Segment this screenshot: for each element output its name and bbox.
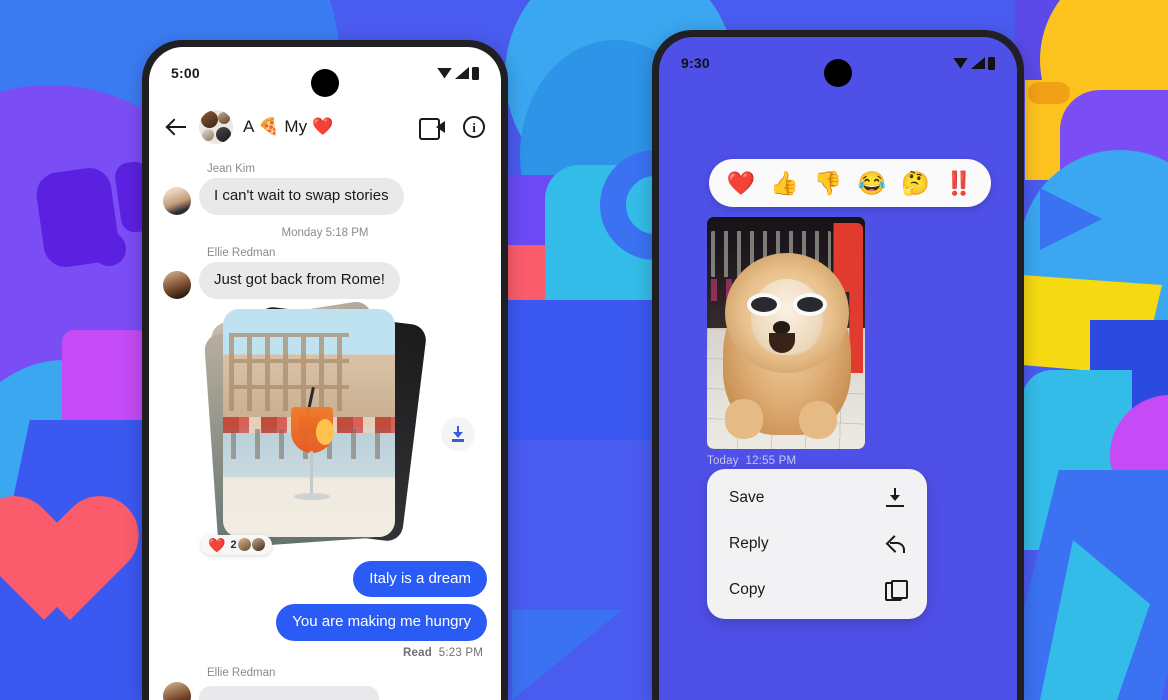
phone-right: 9:30 ❤️ 👍 👎 😂 🤔 ‼️ Today 12:55 PM Save R… — [652, 30, 1024, 700]
message-row-incoming — [163, 682, 487, 700]
download-icon — [885, 488, 905, 508]
phone-left: 5:00 A 🍕 My ❤️ i Jean Kim I can't wait t… — [142, 40, 508, 700]
reactor-avatar — [237, 538, 251, 551]
status-icons — [953, 56, 995, 70]
group-avatar[interactable] — [199, 110, 233, 144]
info-icon[interactable]: i — [463, 116, 485, 138]
avatar — [163, 682, 191, 700]
message-bubble[interactable]: Just got back from Rome! — [199, 261, 400, 299]
sender-name: Ellie Redman — [207, 246, 276, 259]
photo-stack-attachment[interactable]: ❤️ 2 — [193, 299, 487, 555]
status-bar-left: 5:00 — [149, 47, 501, 99]
phone-right-screen: 9:30 ❤️ 👍 👎 😂 🤔 ‼️ Today 12:55 PM Save R… — [659, 37, 1017, 700]
message-row-incoming: Just got back from Rome! — [163, 261, 487, 299]
wifi-icon — [437, 67, 452, 79]
exclamation-reaction-icon[interactable]: ‼️ — [945, 171, 974, 195]
download-icon — [451, 425, 465, 442]
message-reaction-pill[interactable]: ❤️ 2 — [201, 534, 272, 555]
context-menu[interactable]: Save Reply Copy — [707, 469, 927, 619]
phone-left-screen: 5:00 A 🍕 My ❤️ i Jean Kim I can't wait t… — [149, 47, 501, 700]
read-receipt-time: 5:23 PM — [438, 647, 483, 659]
context-menu-item-reply[interactable]: Reply — [707, 521, 927, 567]
photo-thumbnail-piazza[interactable] — [223, 308, 395, 537]
sender-name: Jean Kim — [207, 163, 255, 175]
signal-icon — [971, 57, 985, 69]
message-bubble[interactable]: I can't wait to swap stories — [199, 178, 404, 215]
reply-arrow-icon — [885, 534, 905, 554]
header-actions: i — [419, 116, 485, 140]
message-bubble[interactable]: You are making me hungry — [276, 604, 487, 641]
message-row-outgoing: You are making me hungry — [163, 604, 487, 641]
message-list[interactable]: Jean Kim I can't wait to swap stories Mo… — [149, 155, 501, 700]
video-call-icon[interactable] — [419, 118, 445, 140]
screenshot-root: 5:00 A 🍕 My ❤️ i Jean Kim I can't wait t… — [0, 0, 1168, 700]
timestamp-divider: Monday 5:18 PM — [281, 226, 369, 239]
thumbs-up-reaction-icon[interactable]: 👍 — [770, 171, 799, 195]
status-icons — [437, 66, 479, 80]
context-menu-label: Save — [729, 489, 765, 506]
photo-timestamp: Today 12:55 PM — [707, 455, 796, 467]
chat-header: A 🍕 My ❤️ i — [149, 99, 501, 155]
thinking-reaction-icon[interactable]: 🤔 — [901, 171, 930, 195]
back-arrow-icon[interactable] — [165, 115, 189, 139]
avatar — [163, 186, 191, 215]
bg-heart-icon-left — [18, 500, 148, 630]
message-bubble[interactable]: Italy is a dream — [353, 560, 487, 598]
status-bar-right: 9:30 — [659, 37, 1017, 89]
reactor-avatar — [251, 538, 265, 551]
message-row-incoming: I can't wait to swap stories — [163, 178, 487, 215]
bg-triangle-blue-mid — [512, 610, 622, 700]
heart-reaction-icon[interactable]: ❤️ — [727, 171, 756, 195]
avatar — [163, 270, 191, 299]
sender-name: Ellie Redman — [207, 667, 276, 679]
context-menu-label: Reply — [729, 535, 769, 552]
thumbs-down-reaction-icon[interactable]: 👎 — [814, 171, 843, 195]
copy-icon — [885, 580, 908, 601]
wifi-icon — [953, 57, 968, 69]
reaction-count: 2 — [230, 538, 265, 551]
laughing-reaction-icon[interactable]: 😂 — [857, 171, 886, 195]
read-receipt: Read 5:23 PM — [163, 647, 487, 659]
photo-thumbnail-dog[interactable] — [707, 217, 865, 449]
conversation-title: A 🍕 My ❤️ — [243, 117, 334, 136]
message-bubble[interactable] — [199, 686, 379, 700]
heart-icon: ❤️ — [208, 536, 226, 553]
photo-timestamp-day: Today — [707, 455, 739, 467]
battery-icon — [472, 66, 479, 80]
read-receipt-status: Read — [403, 647, 432, 659]
photo-timestamp-time: 12:55 PM — [745, 455, 797, 467]
status-time: 5:00 — [171, 65, 200, 81]
message-row-outgoing: Italy is a dream — [163, 560, 487, 598]
reaction-count-value: 2 — [230, 538, 237, 551]
bg-shape-b-dot — [92, 232, 126, 266]
reaction-picker-bar[interactable]: ❤️ 👍 👎 😂 🤔 ‼️ — [709, 159, 991, 207]
context-menu-item-save[interactable]: Save — [707, 475, 927, 521]
context-menu-label: Copy — [729, 581, 766, 598]
battery-icon — [988, 56, 995, 70]
status-time: 9:30 — [681, 55, 710, 71]
context-menu-item-copy[interactable]: Copy — [707, 567, 927, 613]
bg-shape-orange-right — [1028, 82, 1070, 104]
download-button[interactable] — [441, 416, 475, 451]
signal-icon — [455, 67, 469, 79]
